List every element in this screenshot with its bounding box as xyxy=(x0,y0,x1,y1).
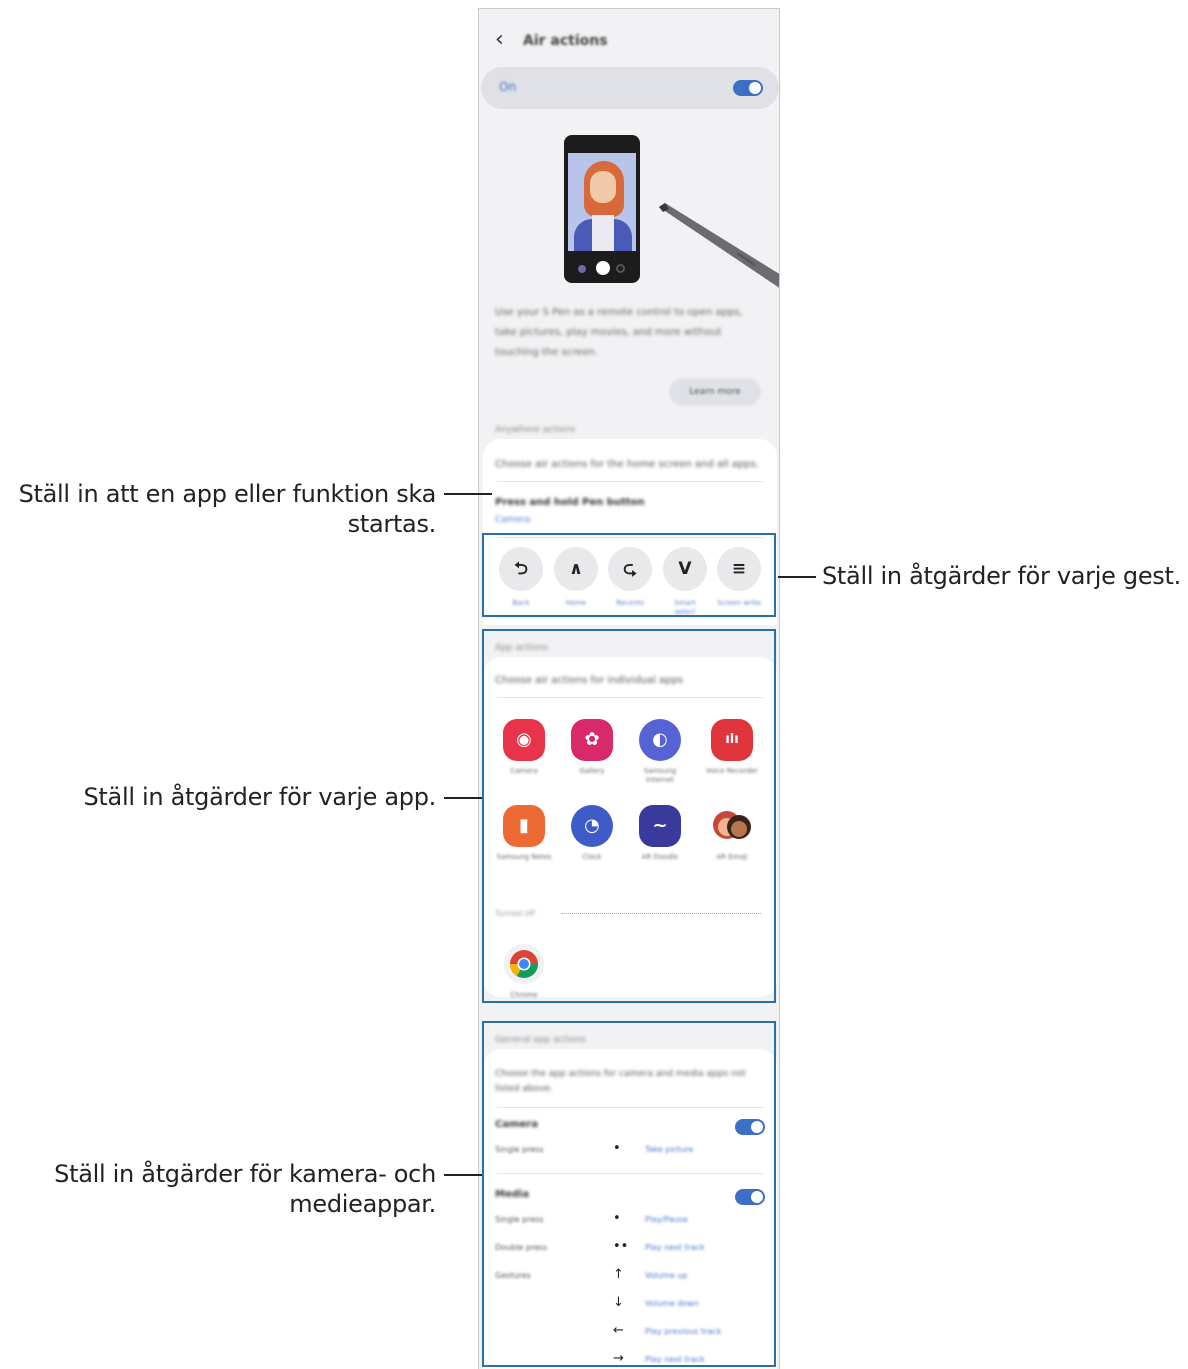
illustration-camera-controls xyxy=(574,259,630,277)
callout-media-leader xyxy=(444,1174,482,1176)
app-actions-highlight-box xyxy=(482,629,776,1003)
illustration-shirt xyxy=(592,215,614,251)
shutter-icon xyxy=(596,261,610,275)
back-arrow-icon[interactable]: ‹ xyxy=(495,29,504,51)
anywhere-actions-card: Choose air actions for the home screen a… xyxy=(483,439,777,537)
illustration-photo xyxy=(568,153,636,251)
learn-more-button[interactable]: Learn more xyxy=(669,378,761,406)
divider xyxy=(497,481,763,482)
callout-anywhere: Ställ in att en app eller funktion ska s… xyxy=(0,479,437,539)
general-actions-highlight-box xyxy=(482,1021,776,1367)
callout-apps-leader xyxy=(444,797,482,799)
app-bar: ‹ Air actions xyxy=(479,19,779,63)
callout-apps: Ställ in åtgärder för varje app. xyxy=(83,783,437,811)
callout-media-line1: Ställ in åtgärder för kamera- och xyxy=(54,1160,436,1188)
callout-gestures: Ställ in åtgärder för varje gest. xyxy=(822,562,1181,590)
callout-media-line2: medieappar. xyxy=(289,1190,436,1218)
master-toggle-label: On xyxy=(499,80,517,94)
anywhere-actions-description: Choose air actions for the home screen a… xyxy=(495,459,759,470)
master-toggle-row[interactable]: On xyxy=(481,67,779,109)
callout-anywhere-line2: startas. xyxy=(347,510,437,538)
press-hold-pen-button-item[interactable]: Press and hold Pen button Camera xyxy=(483,483,777,535)
gallery-thumb-icon xyxy=(578,265,586,273)
gestures-highlight-box xyxy=(482,533,776,617)
feature-description: Use your S Pen as a remote control to op… xyxy=(495,307,743,358)
page-title: Air actions xyxy=(523,33,608,49)
callout-media: Ställ in åtgärder för kamera- och mediea… xyxy=(0,1159,436,1219)
illustration-phone-image xyxy=(564,135,640,283)
illustration-face xyxy=(590,171,616,203)
press-hold-title: Press and hold Pen button xyxy=(495,497,645,508)
anywhere-actions-header: Anywhere actions xyxy=(495,425,576,435)
callout-gestures-leader xyxy=(778,576,816,578)
master-toggle-switch[interactable] xyxy=(733,80,763,96)
callout-anywhere-line1: Ställ in att en app eller funktion ska xyxy=(18,480,437,508)
switch-camera-icon xyxy=(616,264,625,273)
callout-anywhere-leader xyxy=(444,493,492,495)
press-hold-value: Camera xyxy=(495,515,531,525)
s-pen-icon xyxy=(659,203,779,288)
